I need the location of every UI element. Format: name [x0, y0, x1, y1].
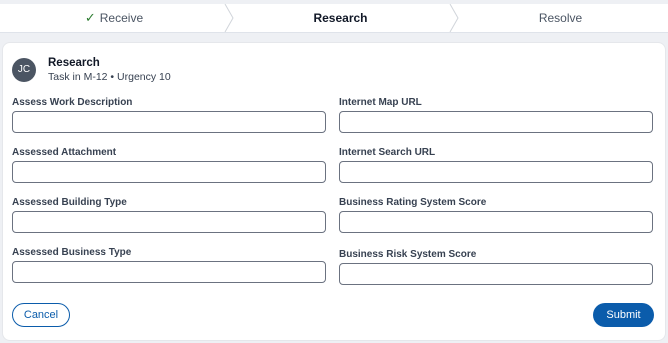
task-card	[2, 42, 666, 341]
business-risk-system-score-field[interactable]	[339, 263, 653, 285]
assess-work-description-label: Assess Work Description	[12, 97, 133, 108]
stage-stepper: ✓ Receive Research Resolve	[0, 4, 668, 33]
submit-button[interactable]: Submit	[593, 303, 654, 327]
business-rating-system-score-field[interactable]	[339, 211, 653, 233]
task-subtitle: Task in M-12 • Urgency 10	[48, 71, 171, 83]
internet-search-url-field[interactable]	[339, 161, 653, 183]
avatar: JC	[12, 58, 36, 82]
checkmark-icon: ✓	[84, 10, 96, 25]
internet-map-url-label: Internet Map URL	[339, 97, 422, 108]
cancel-button[interactable]: Cancel	[12, 303, 70, 327]
step-receive-label: Receive	[99, 11, 144, 25]
step-resolve-label: Resolve	[538, 11, 583, 25]
internet-map-url-field[interactable]	[339, 111, 653, 133]
task-title: Research	[48, 57, 100, 69]
assessed-building-type-field[interactable]	[12, 211, 326, 233]
business-rating-system-score-label: Business Rating System Score	[339, 197, 487, 208]
assessed-attachment-label: Assessed Attachment	[12, 147, 117, 158]
business-risk-system-score-label: Business Risk System Score	[339, 249, 477, 260]
assess-work-description-field[interactable]	[12, 111, 326, 133]
step-research-label: Research	[313, 11, 368, 25]
assessed-business-type-label: Assessed Business Type	[12, 247, 132, 258]
assessed-building-type-label: Assessed Building Type	[12, 197, 127, 208]
internet-search-url-label: Internet Search URL	[339, 147, 436, 158]
step-research[interactable]: Research	[228, 4, 453, 32]
assessed-business-type-field[interactable]	[12, 261, 326, 283]
step-resolve[interactable]: Resolve	[453, 4, 668, 32]
step-receive[interactable]: ✓ Receive	[0, 4, 228, 32]
assessed-attachment-field[interactable]	[12, 161, 326, 183]
